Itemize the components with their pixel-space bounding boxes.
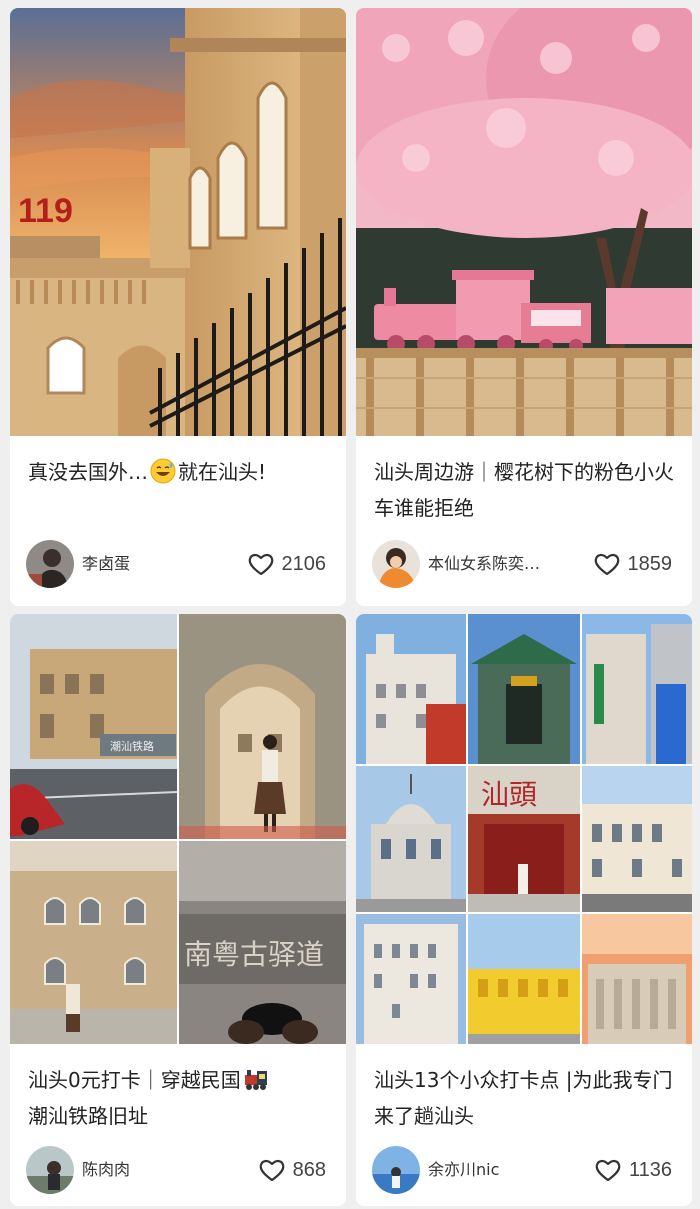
note-card-2[interactable]: 汕头周边游｜樱花树下的粉色小火车谁能拒绝 本仙女系陈奕… 1859 (356, 8, 692, 606)
heart-outline-icon[interactable] (259, 1158, 285, 1182)
note-title[interactable]: 汕头0元打卡｜穿越民国 潮汕铁路旧址 (28, 1062, 332, 1134)
like-control[interactable]: 1859 (594, 550, 673, 578)
avatar[interactable] (372, 540, 420, 588)
cover-sign-text: 汕頭 (481, 778, 537, 811)
note-cover-image[interactable]: 119 (10, 8, 346, 436)
like-count: 868 (292, 1158, 326, 1181)
avatar[interactable] (26, 540, 74, 588)
like-count: 1136 (628, 1158, 672, 1181)
note-cover-image[interactable]: 潮汕铁路 南粤古驿道 (10, 614, 346, 1044)
like-count: 1859 (627, 552, 673, 575)
train-emoji-icon (244, 1070, 267, 1090)
note-card-4[interactable]: 汕頭 汕头13个小众打卡点 |为此我专门来了趟汕头 余亦川nic 1136 (356, 614, 692, 1206)
note-title-text: 真没去国外… (28, 460, 148, 484)
cover-sign-text: 潮汕铁路 (110, 739, 154, 753)
cover-sign-text: 119 (18, 192, 73, 230)
note-cover-image[interactable]: 汕頭 (356, 614, 692, 1044)
note-title[interactable]: 汕头13个小众打卡点 |为此我专门来了趟汕头 (374, 1062, 678, 1134)
cover-sign-text: 南粤古驿道 (184, 938, 324, 971)
note-title-tail: 就在汕头! (178, 460, 267, 484)
heart-outline-icon[interactable] (595, 1158, 621, 1182)
note-title-tail: 潮汕铁路旧址 (28, 1104, 148, 1128)
author-name[interactable]: 本仙女系陈奕… (428, 553, 568, 575)
note-title-text: 汕头0元打卡｜穿越民国 (28, 1068, 241, 1092)
note-title[interactable]: 真没去国外… 就在汕头! (28, 454, 332, 490)
avatar[interactable] (372, 1146, 420, 1194)
note-cover-image[interactable] (356, 8, 692, 436)
sweat-smile-emoji-icon (150, 458, 176, 484)
note-title[interactable]: 汕头周边游｜樱花树下的粉色小火车谁能拒绝 (374, 454, 678, 526)
note-meta: 本仙女系陈奕… 1859 (372, 540, 676, 588)
note-meta: 李卤蛋 2106 (26, 540, 330, 588)
heart-outline-icon[interactable] (594, 552, 620, 576)
like-count: 2106 (281, 552, 327, 575)
note-meta: 余亦川nic 1136 (372, 1146, 676, 1194)
like-control[interactable]: 2106 (248, 550, 327, 578)
author-name[interactable]: 陈肉肉 (82, 1159, 222, 1181)
author-name[interactable]: 李卤蛋 (82, 553, 222, 575)
like-control[interactable]: 868 (259, 1156, 326, 1184)
note-meta: 陈肉肉 868 (26, 1146, 330, 1194)
heart-outline-icon[interactable] (248, 552, 274, 576)
avatar[interactable] (26, 1146, 74, 1194)
like-control[interactable]: 1136 (595, 1156, 672, 1184)
note-card-3[interactable]: 潮汕铁路 南粤古驿道 汕头0元打卡｜穿越民国 潮汕铁路旧址 陈肉肉 868 (10, 614, 346, 1206)
author-name[interactable]: 余亦川nic (428, 1159, 568, 1181)
note-card-1[interactable]: 119 真没去国外… 就在汕头! 李卤蛋 2106 (10, 8, 346, 606)
